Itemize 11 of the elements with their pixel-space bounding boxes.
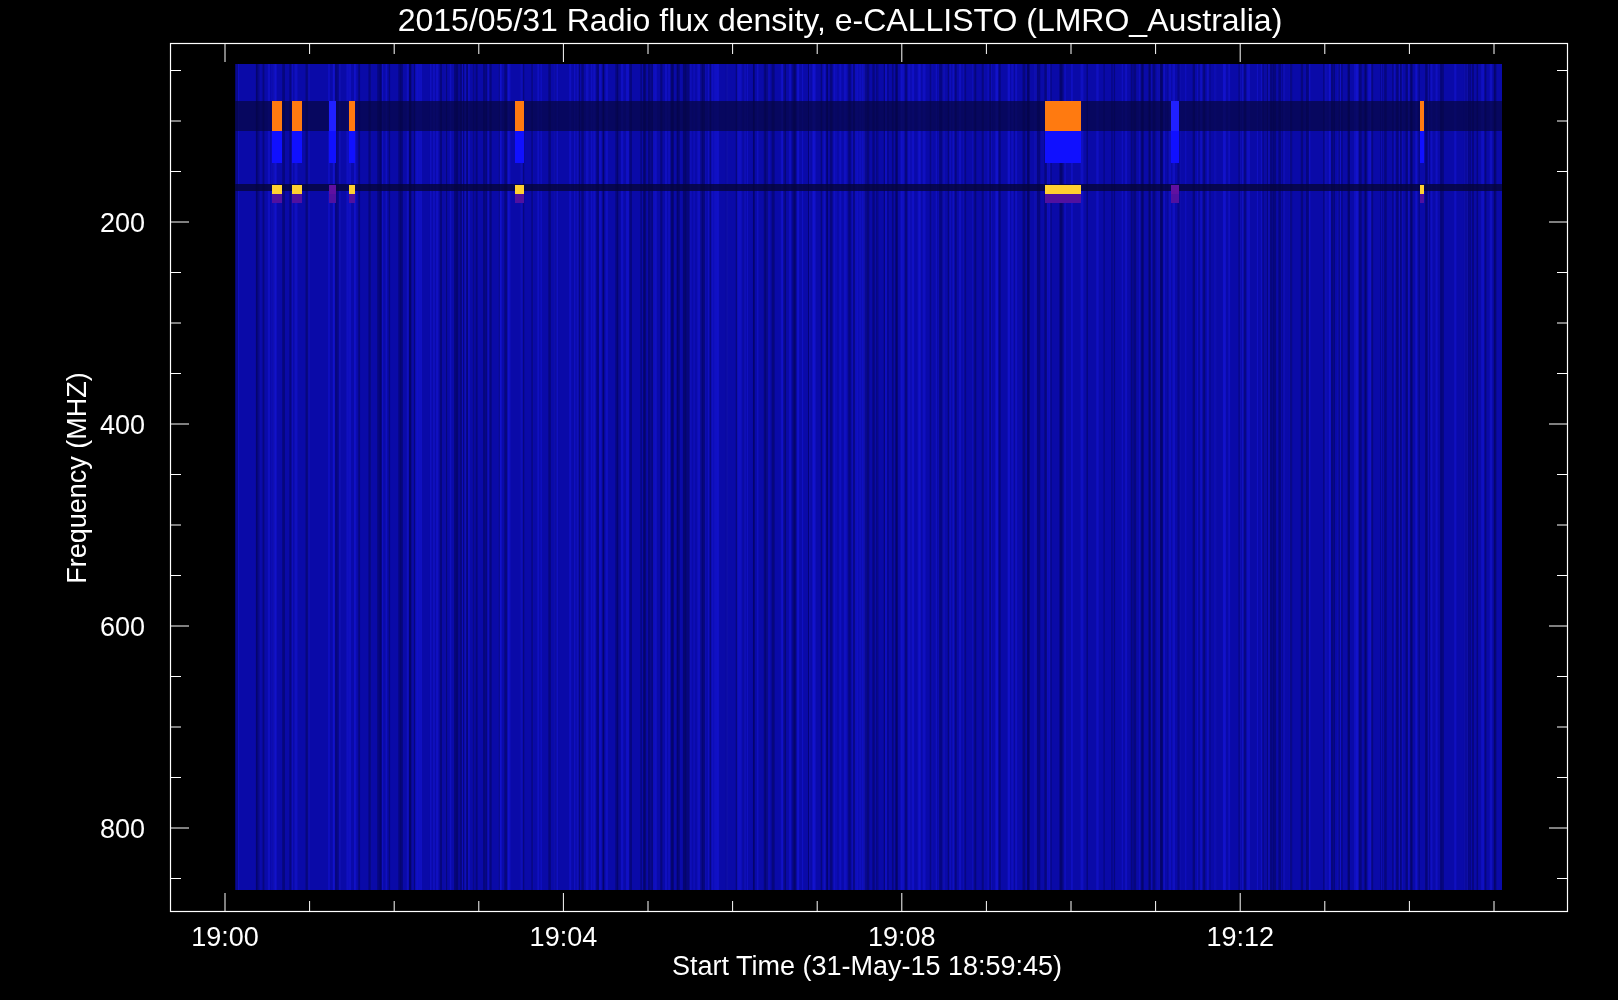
x-tick-label: 19:08 [868, 922, 936, 952]
chart-title: 2015/05/31 Radio flux density, e-CALLISTO (LMRO_Australia) [397, 2, 1283, 38]
y-tick-label: 200 [99, 208, 145, 238]
y-tick-label: 400 [99, 410, 145, 440]
x-tick-label: 19:00 [191, 922, 259, 952]
x-tick-label: 19:12 [1206, 922, 1274, 952]
x-axis-label: Start Time (31-May-15 18:59:45) [671, 951, 1063, 981]
y-axis-label: Frequency (MHZ) [62, 372, 92, 584]
x-tick-label: 19:04 [529, 922, 598, 952]
y-tick-label: 800 [99, 814, 145, 844]
y-tick-label: 600 [99, 612, 145, 642]
